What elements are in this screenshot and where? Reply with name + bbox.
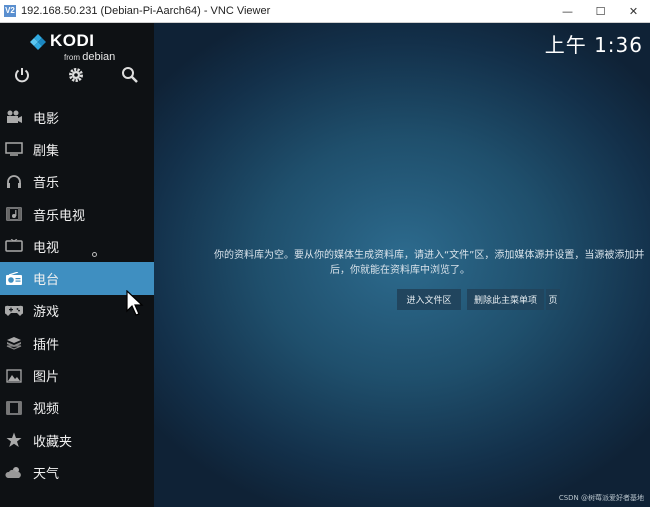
weather-icon [5,464,23,480]
kodi-app: KODI from debian 电影 剧集 音乐 音乐电视 电视 电台 游戏 … [0,23,650,507]
menu-item-addons[interactable]: 插件 [0,327,154,359]
sidebar: KODI from debian 电影 剧集 音乐 音乐电视 电视 电台 游戏 … [0,23,154,507]
message-line-2: 后，你就能在资料库中浏览了。 [330,265,470,276]
menu-item-label: 电影 [33,111,60,127]
focus-dot [92,252,97,257]
top-icons [0,65,154,87]
kodi-logo: KODI from debian [28,31,128,65]
vnc-app-icon: V2 [4,5,16,17]
menu-item-weather[interactable]: 天气 [0,456,154,488]
menu-item-label: 图片 [33,370,60,386]
menu-item-pictures[interactable]: 图片 [0,359,154,391]
tv-icon [5,238,23,254]
menu-item-videos[interactable]: 视频 [0,392,154,424]
addons-icon [5,335,23,351]
empty-library-message: 你的资料库为空。要从你的媒体生成资料库，请进入“文件”区，添加媒体源并设置，当源… [214,248,650,278]
main-content: 上午 1:36 你的资料库为空。要从你的媒体生成资料库，请进入“文件”区，添加媒… [154,23,650,507]
close-button[interactable]: ✕ [617,0,650,22]
kodi-logo-icon [30,34,46,50]
menu-item-label: 视频 [33,402,60,418]
pictures-icon [5,368,23,384]
menu-item-music-videos[interactable]: 音乐电视 [0,198,154,230]
menu-item-label: 天气 [33,466,60,482]
menu-item-label: 收藏夹 [33,434,73,450]
settings-gear-icon[interactable] [66,65,86,85]
menu-item-label: 音乐 [33,176,60,192]
clock: 上午 1:36 [544,33,643,57]
menu-item-movies[interactable]: 电影 [0,101,154,133]
watermark: CSDN @树莓派爱好者基地 [558,494,644,502]
search-icon[interactable] [120,65,140,85]
window-title: 192.168.50.231 (Debian-Pi-Aarch64) - VNC… [21,5,271,17]
menu-item-label: 剧集 [33,143,60,159]
enter-files-button[interactable]: 进入文件区 [397,289,461,310]
maximize-button[interactable]: ☐ [584,0,617,22]
remove-menu-item-button[interactable]: 删除此主菜单项 [467,289,544,310]
minimize-button[interactable]: — [551,0,584,22]
star-icon [5,432,23,448]
radio-icon [5,271,23,287]
gamepad-icon [5,303,23,319]
menu-item-favourites[interactable]: 收藏夹 [0,424,154,456]
menu-item-label: 音乐电视 [33,208,86,224]
partial-button[interactable]: 页 [546,289,560,310]
menu-item-label: 游戏 [33,305,60,321]
movies-icon [5,109,23,125]
headphones-icon [5,174,23,190]
window-titlebar[interactable]: V2 192.168.50.231 (Debian-Pi-Aarch64) - … [0,0,650,23]
music-video-icon [5,206,23,222]
menu-item-label: 电视 [33,240,60,256]
videos-icon [5,400,23,416]
menu-item-music[interactable]: 音乐 [0,166,154,198]
message-line-1: 你的资料库为空。要从你的媒体生成资料库，请进入“文件”区，添加媒体源并设置，当源… [214,250,645,261]
menu-item-tv-shows[interactable]: 剧集 [0,133,154,165]
menu-item-tv[interactable]: 电视 [0,230,154,262]
mouse-cursor-icon [126,290,144,316]
menu-item-label: 插件 [33,337,60,353]
power-icon[interactable] [12,65,32,85]
menu-item-label: 电台 [33,273,60,289]
kodi-logo-subtext: from debian [64,51,116,63]
tv-shows-icon [5,141,23,157]
kodi-logo-text: KODI [50,31,95,50]
